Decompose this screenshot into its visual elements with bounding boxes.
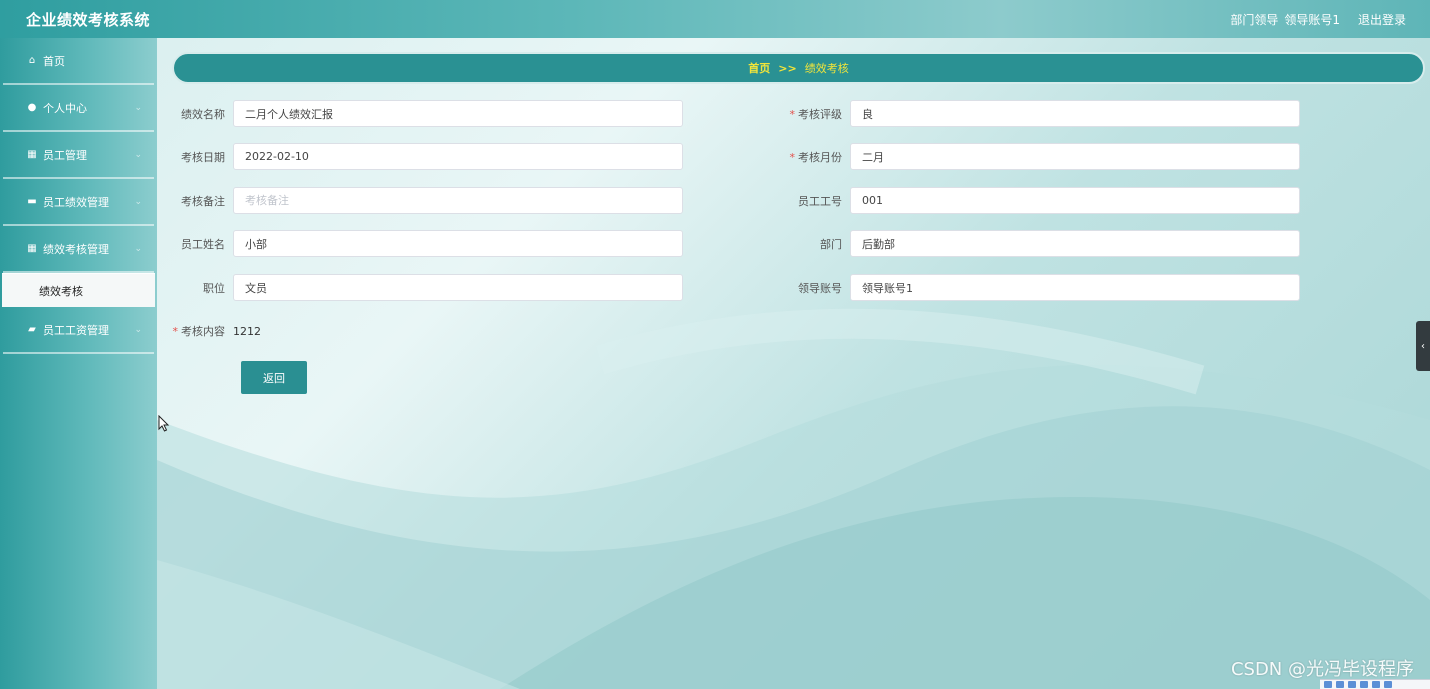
watermark: CSDN @光冯毕设程序 (1230, 659, 1414, 680)
employee-name-input[interactable] (233, 230, 683, 257)
form-row-department: 部门 (774, 230, 1300, 257)
tray-icon (1372, 681, 1380, 688)
tray-icon (1324, 681, 1332, 688)
logout-link[interactable]: 退出登录 (1358, 11, 1406, 28)
sidebar-item-performance-assessment[interactable]: ▦ 绩效考核管理 ⌄ (3, 226, 154, 273)
sidebar-item-label: 员工绩效管理 (43, 195, 109, 209)
chevron-down-icon: ⌄ (134, 102, 142, 113)
user-info: 部门领导 领导账号1 退出登录 (1230, 11, 1406, 28)
main-content: 首页 >> 绩效考核 绩效名称 考核日期 考核备注 员工姓名 职位 *考核评级 … (157, 38, 1430, 689)
remark-label: 考核备注 (181, 194, 225, 208)
required-mark: * (789, 150, 796, 164)
sidebar-item-home[interactable]: ⌂ 首页 (3, 38, 154, 85)
department-label: 部门 (820, 237, 842, 251)
chat-icon: ▬ (27, 196, 37, 207)
form-row-position: 职位 (157, 274, 683, 301)
month-label: * 考核月份 (789, 150, 843, 164)
form-row-date: 考核日期 (157, 143, 683, 170)
user-role: 部门领导 (1230, 12, 1279, 27)
chevron-down-icon: ⌄ (134, 196, 142, 207)
tray-icon (1360, 681, 1368, 688)
chevron-down-icon: ⌄ (134, 324, 142, 335)
chevron-down-icon: ⌄ (134, 149, 142, 160)
system-tray (1320, 679, 1430, 689)
form-row-leader-account: 领导账号 (774, 274, 1300, 301)
form-row-rating: * 考核评级 (774, 100, 1300, 127)
form-row-month: * 考核月份 (774, 143, 1300, 170)
month-input[interactable] (850, 143, 1300, 170)
sidebar: ⌂ 首页 ● 个人中心 ⌄ ▦ 员工管理 ⌄ ▬ 员工绩效管理 ⌄ ▦ 绩效考核… (0, 38, 157, 689)
sidebar-item-salary-management[interactable]: ▰ 员工工资管理 ⌄ (3, 307, 154, 354)
content-value: 1212 (233, 324, 261, 338)
department-input[interactable] (850, 230, 1300, 257)
required-mark: * (172, 325, 179, 338)
rating-input[interactable] (850, 100, 1300, 127)
breadcrumb-home[interactable]: 首页 (748, 60, 770, 76)
top-bar: 企业绩效考核系统 部门领导 领导账号1 退出登录 (0, 0, 1430, 38)
back-button[interactable]: 返回 (241, 361, 307, 394)
form-row-employee-id: 员工工号 (774, 187, 1300, 214)
breadcrumb-separator: >> (778, 61, 797, 75)
home-icon: ⌂ (28, 55, 36, 66)
leader-account-input[interactable] (850, 274, 1300, 301)
content-label: * 考核内容 (172, 325, 226, 338)
rating-label: * 考核评级 (789, 107, 843, 121)
sidebar-subitem-assessment[interactable]: 绩效考核 (2, 273, 155, 307)
sidebar-item-label: 员工工资管理 (43, 323, 109, 337)
remark-input[interactable] (233, 187, 683, 214)
sidebar-item-label: 绩效考核管理 (43, 242, 109, 256)
grid-icon: ▦ (27, 243, 37, 254)
tray-icon (1384, 681, 1392, 688)
tray-icon (1348, 681, 1356, 688)
employee-id-label: 员工工号 (798, 194, 842, 208)
collapse-panel-toggle[interactable]: ‹ (1416, 321, 1430, 371)
sidebar-item-employee-performance[interactable]: ▬ 员工绩效管理 ⌄ (3, 179, 154, 226)
wallet-icon: ▰ (28, 324, 36, 335)
sidebar-item-label: 首页 (43, 54, 65, 68)
position-input[interactable] (233, 274, 683, 301)
breadcrumb-current: 绩效考核 (804, 62, 849, 75)
position-label: 职位 (203, 281, 225, 295)
sidebar-item-employee-management[interactable]: ▦ 员工管理 ⌄ (3, 132, 154, 179)
form-row-remark: 考核备注 (157, 187, 683, 214)
performance-name-label: 绩效名称 (181, 107, 225, 121)
required-mark: * (789, 107, 796, 121)
user-account: 领导账号1 (1284, 12, 1340, 27)
tray-icon (1336, 681, 1344, 688)
breadcrumb: 首页 >> 绩效考核 (172, 52, 1425, 84)
grid-icon: ▦ (27, 149, 37, 160)
form-row-content: * 考核内容 1212 (157, 323, 262, 339)
performance-name-input[interactable] (233, 100, 683, 127)
sidebar-item-personal-center[interactable]: ● 个人中心 ⌄ (3, 85, 154, 132)
chevron-left-icon: ‹ (1421, 340, 1425, 352)
date-input[interactable] (233, 143, 683, 170)
employee-id-input[interactable] (850, 187, 1300, 214)
form-row-employee-name: 员工姓名 (157, 230, 683, 257)
date-label: 考核日期 (181, 150, 225, 164)
sidebar-item-label: 个人中心 (43, 101, 87, 115)
form-row-performance-name: 绩效名称 (157, 100, 683, 127)
user-icon: ● (27, 102, 37, 113)
leader-account-label: 领导账号 (798, 281, 842, 295)
sidebar-item-label: 员工管理 (43, 148, 87, 162)
app-title: 企业绩效考核系统 (26, 10, 151, 29)
chevron-down-icon: ⌄ (134, 243, 142, 254)
employee-name-label: 员工姓名 (181, 237, 225, 251)
mouse-cursor-icon (158, 415, 170, 432)
